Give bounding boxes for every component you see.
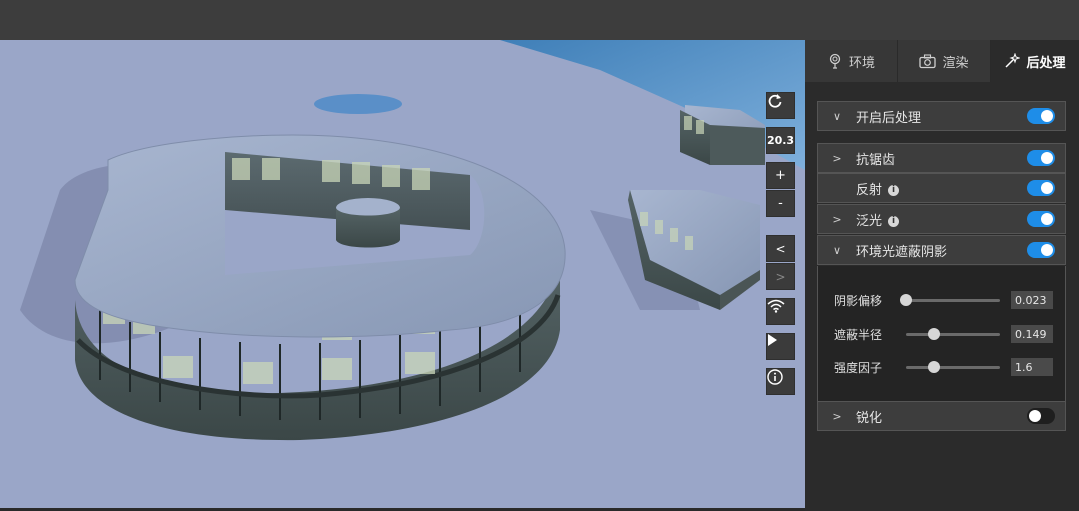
tab-post-processing[interactable]: 后处理: [991, 40, 1079, 82]
zoom-level: 20.3: [766, 127, 795, 154]
param-shadow-offset: 阴影偏移 0.023: [834, 290, 1059, 310]
section-label: 反射: [856, 182, 883, 198]
param-intensity: 强度因子 1.6: [834, 357, 1059, 377]
occlusion-radius-value[interactable]: 0.149: [1011, 325, 1053, 343]
occlusion-radius-slider[interactable]: [906, 327, 1000, 340]
intensity-slider[interactable]: [906, 360, 1000, 373]
param-label: 遮蔽半径: [834, 327, 883, 342]
reflection-toggle[interactable]: [1027, 180, 1055, 196]
zoom-in-button[interactable]: +: [766, 162, 795, 189]
play-icon: [768, 334, 777, 346]
section-antialiasing[interactable]: > 抗锯齿: [817, 143, 1066, 173]
signal-button[interactable]: [766, 298, 795, 325]
section-label: 环境光遮蔽阴影: [856, 244, 948, 260]
enable-post-processing-toggle[interactable]: [1027, 108, 1055, 124]
shadow-offset-slider[interactable]: [900, 293, 1000, 306]
previous-button[interactable]: <: [766, 235, 795, 262]
next-button[interactable]: >: [766, 263, 795, 290]
chevron-down-icon: ∨: [832, 243, 842, 257]
balloon-icon: [829, 53, 841, 69]
section-label: 锐化: [856, 410, 883, 426]
info-icon: [767, 369, 783, 385]
magic-wand-icon: [1005, 53, 1021, 68]
section-label: 抗锯齿: [856, 152, 896, 168]
chevron-right-icon: >: [832, 409, 842, 423]
tab-environment-label: 环境: [848, 55, 875, 71]
settings-panel: 环境 渲染 后处理 ∨ 开启后处理 > 抗锯齿 反射 i > 泛光 i ∨ 环境…: [805, 40, 1079, 511]
section-enable-post-processing[interactable]: ∨ 开启后处理: [817, 101, 1066, 131]
slider-thumb[interactable]: [928, 360, 941, 373]
tab-environment[interactable]: 环境: [805, 40, 898, 82]
camera-icon: [919, 53, 937, 68]
section-bloom[interactable]: > 泛光 i: [817, 204, 1066, 234]
section-ambient-occlusion[interactable]: ∨ 环境光遮蔽阴影: [817, 235, 1066, 265]
info-icon[interactable]: i: [888, 184, 900, 196]
section-label: 开启后处理: [856, 110, 922, 126]
section-label: 泛光: [856, 213, 883, 229]
wifi-icon: [767, 299, 785, 313]
param-occlusion-radius: 遮蔽半径 0.149: [834, 324, 1059, 344]
param-label: 阴影偏移: [834, 293, 883, 308]
chevron-right-icon: >: [832, 212, 842, 226]
antialiasing-toggle[interactable]: [1027, 150, 1055, 166]
slider-thumb[interactable]: [900, 293, 912, 306]
section-sharpen[interactable]: > 锐化: [817, 401, 1066, 431]
ambient-occlusion-params: 阴影偏移 0.023 遮蔽半径 0.149 强度因子 1.6: [817, 266, 1066, 402]
top-bar: [0, 0, 1079, 40]
zoom-out-button[interactable]: -: [766, 190, 795, 217]
info-button[interactable]: [766, 368, 795, 395]
sharpen-toggle[interactable]: [1027, 408, 1055, 424]
chevron-down-icon: ∨: [832, 109, 842, 123]
panel-tabs: 环境 渲染 后处理: [805, 40, 1079, 82]
3d-viewport[interactable]: 20.3 + - < >: [0, 40, 805, 508]
section-reflection: 反射 i: [817, 173, 1066, 203]
tab-post-processing-label: 后处理: [1026, 55, 1066, 71]
reset-view-button[interactable]: [766, 92, 795, 119]
tab-render[interactable]: 渲染: [898, 40, 991, 82]
shadow-offset-value[interactable]: 0.023: [1011, 291, 1053, 309]
play-button[interactable]: [766, 333, 795, 360]
chevron-right-icon: >: [832, 151, 842, 165]
bloom-toggle[interactable]: [1027, 211, 1055, 227]
param-label: 强度因子: [834, 360, 883, 375]
tab-render-label: 渲染: [942, 55, 969, 71]
slider-thumb[interactable]: [928, 327, 941, 340]
3d-scene: [0, 40, 805, 508]
info-icon[interactable]: i: [888, 215, 900, 227]
intensity-value[interactable]: 1.6: [1011, 358, 1053, 376]
rotate-cw-icon: [768, 94, 782, 108]
ambient-occlusion-toggle[interactable]: [1027, 242, 1055, 258]
